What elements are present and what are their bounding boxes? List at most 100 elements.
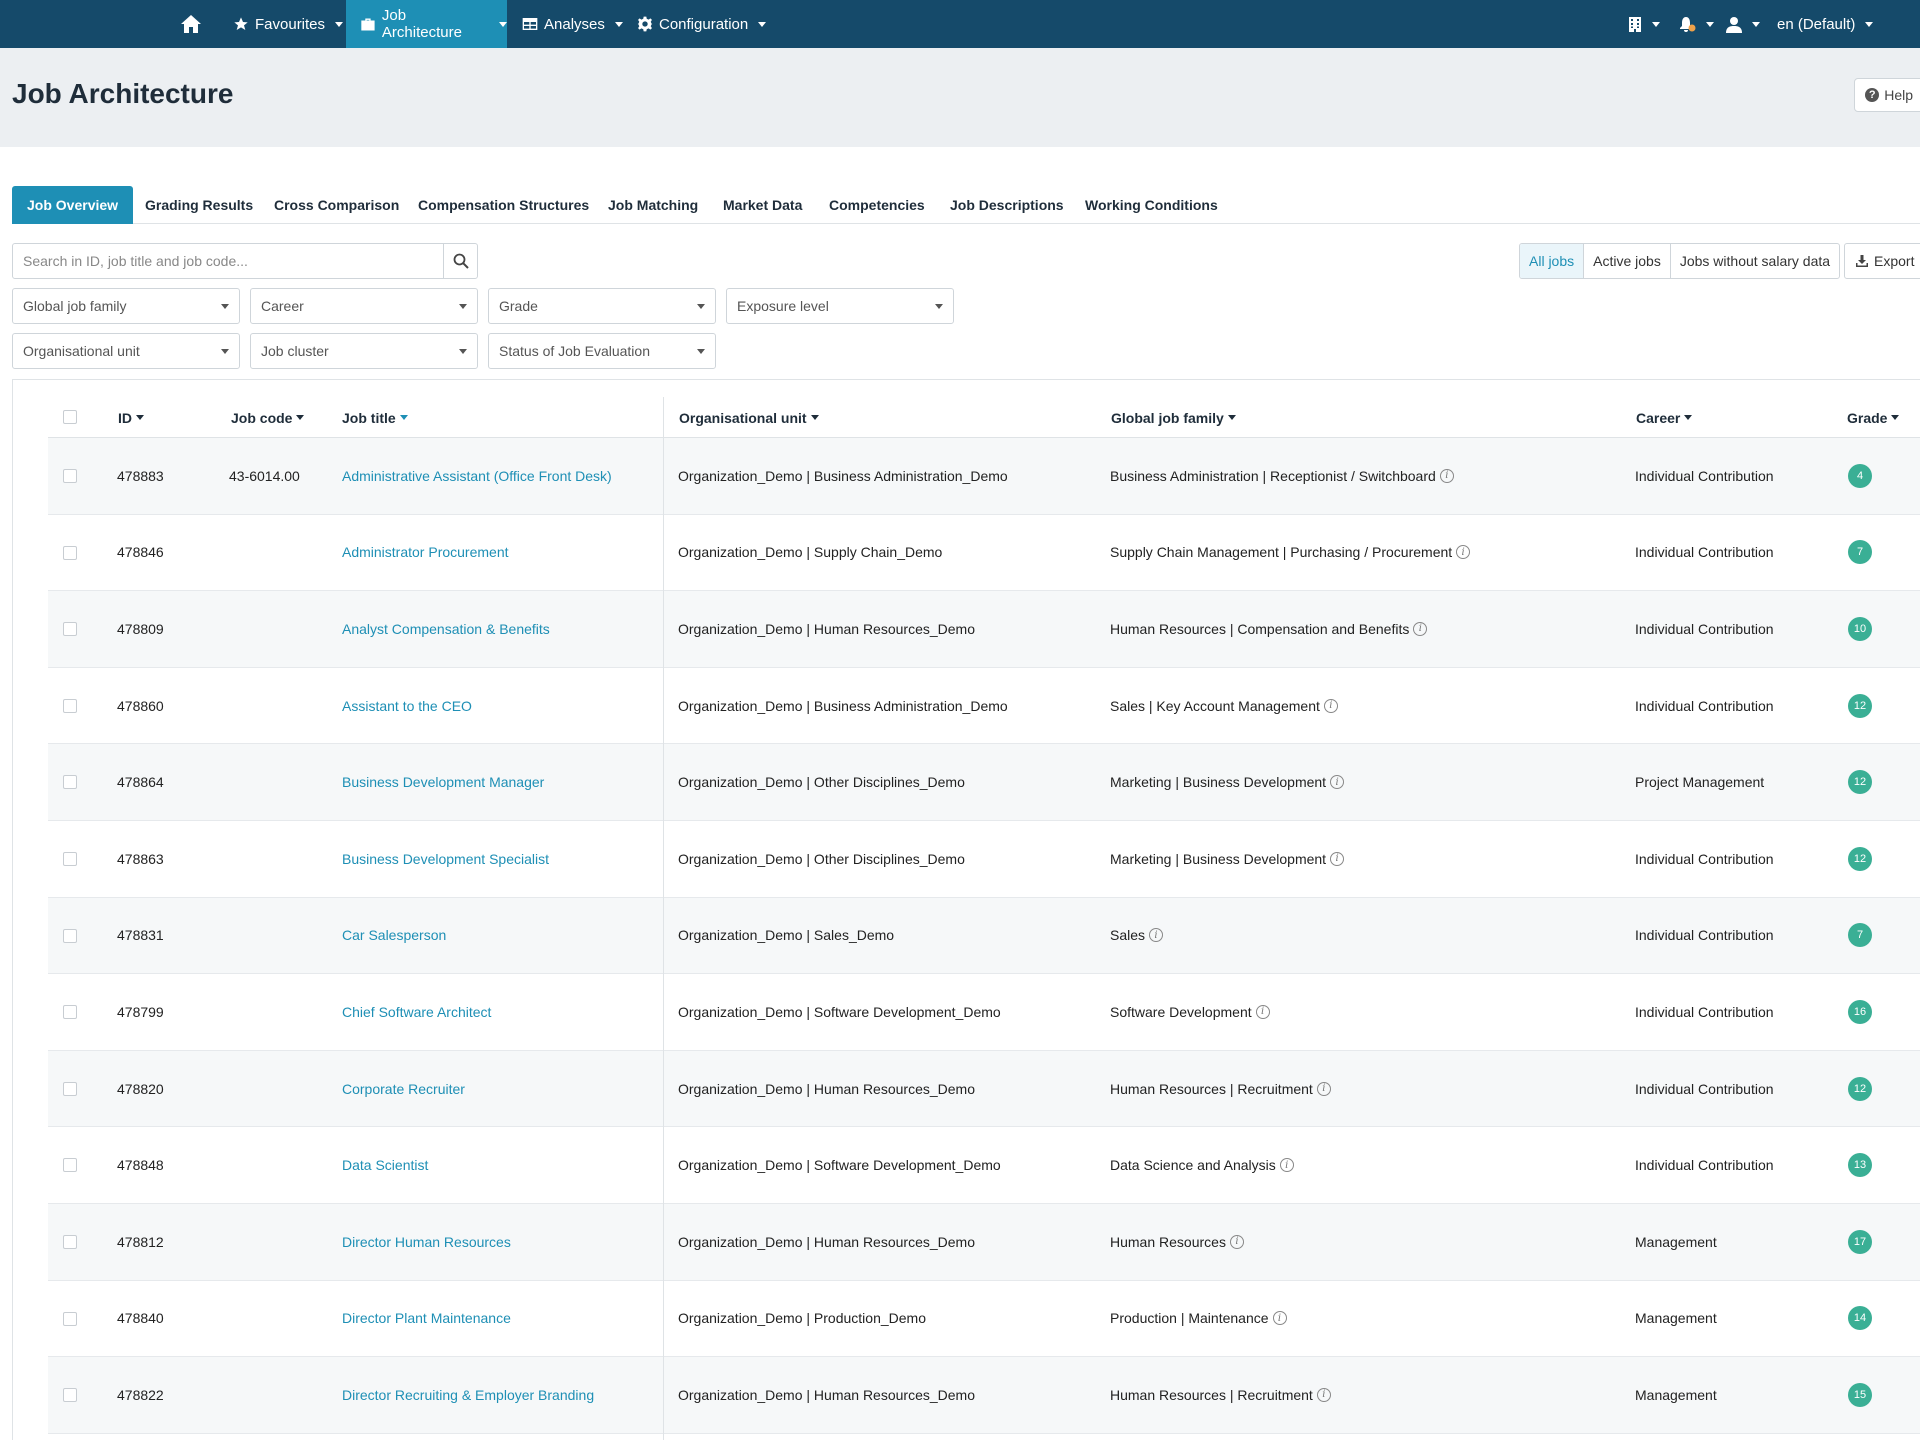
tab-compensation-structures[interactable]: Compensation Structures bbox=[418, 186, 589, 224]
language-menu[interactable]: en (Default) bbox=[1777, 0, 1874, 48]
job-evaluation-status-select[interactable]: Status of Job Evaluation bbox=[488, 333, 716, 369]
table-row[interactable]: 478822 Director Recruiting & Employer Bra… bbox=[48, 1357, 1920, 1434]
export-button[interactable]: Export bbox=[1844, 243, 1920, 279]
info-icon[interactable]: i bbox=[1330, 851, 1345, 866]
job-title-link[interactable]: Assistant to the CEO bbox=[342, 668, 472, 744]
search-input[interactable] bbox=[13, 244, 444, 278]
nav-analyses[interactable]: Analyses bbox=[522, 0, 623, 48]
jobs-without-salary-button[interactable]: Jobs without salary data bbox=[1669, 244, 1839, 278]
tab-job-descriptions[interactable]: Job Descriptions bbox=[950, 186, 1064, 224]
table-row[interactable]: 478809 Analyst Compensation & Benefits Org… bbox=[48, 591, 1920, 668]
info-icon[interactable]: i bbox=[1149, 928, 1164, 943]
row-checkbox[interactable] bbox=[63, 698, 77, 713]
info-icon[interactable]: i bbox=[1229, 1234, 1244, 1249]
table-row[interactable]: 478799 Chief Software Architect Organizati… bbox=[48, 974, 1920, 1051]
search-box bbox=[12, 243, 478, 279]
row-checkbox[interactable] bbox=[63, 1235, 77, 1249]
row-checkbox[interactable] bbox=[63, 1158, 77, 1173]
info-icon[interactable]: i bbox=[1316, 1081, 1331, 1096]
tab-cross-comparison[interactable]: Cross Comparison bbox=[274, 186, 399, 224]
table-row[interactable]: 478848 Data Scientist Organization_Demo | … bbox=[48, 1127, 1920, 1204]
home-button[interactable] bbox=[180, 0, 208, 48]
column-job-title[interactable]: Job title bbox=[342, 397, 408, 438]
help-button[interactable]: ? Help bbox=[1854, 78, 1920, 112]
notifications-menu[interactable] bbox=[1678, 0, 1714, 48]
search-button[interactable] bbox=[443, 244, 477, 278]
tab-job-matching[interactable]: Job Matching bbox=[608, 186, 698, 224]
cell-career: Individual Contribution bbox=[1635, 1157, 1774, 1174]
select-all-checkbox[interactable] bbox=[63, 410, 77, 424]
organisational-unit-select[interactable]: Organisational unit bbox=[12, 333, 240, 369]
job-title-link[interactable]: Director Plant Maintenance bbox=[342, 1281, 511, 1357]
job-title-link[interactable]: Corporate Recruiter bbox=[342, 1051, 465, 1127]
column-grade[interactable]: Grade bbox=[1847, 397, 1900, 438]
job-title-link[interactable]: Data Scientist bbox=[342, 1127, 428, 1203]
info-icon[interactable]: i bbox=[1272, 1311, 1287, 1326]
column-job-code[interactable]: Job code bbox=[231, 397, 305, 438]
info-icon[interactable]: i bbox=[1279, 1158, 1294, 1173]
row-checkbox[interactable] bbox=[63, 1081, 77, 1096]
row-checkbox[interactable] bbox=[63, 469, 77, 483]
column-global-job-family[interactable]: Global job family bbox=[1111, 397, 1236, 438]
career-value: Career bbox=[261, 298, 304, 314]
grade-select[interactable]: Grade bbox=[488, 288, 716, 324]
table-row[interactable]: 478864 Business Development Manager Organi… bbox=[48, 744, 1920, 821]
table-row[interactable]: 478860 Assistant to the CEO Organization_D… bbox=[48, 668, 1920, 745]
column-id[interactable]: ID bbox=[118, 397, 144, 438]
job-title-link[interactable]: Administrative Assistant (Office Front D… bbox=[342, 438, 612, 514]
row-checkbox[interactable] bbox=[63, 1388, 77, 1403]
table-row[interactable]: 478840 Director Plant Maintenance Organiza… bbox=[48, 1281, 1920, 1358]
table-row[interactable]: 478831 Car Salesperson Organization_Demo |… bbox=[48, 897, 1920, 975]
tab-competencies[interactable]: Competencies bbox=[829, 186, 925, 224]
info-icon[interactable]: i bbox=[1413, 621, 1428, 636]
career-select[interactable]: Career bbox=[250, 288, 478, 324]
job-title-link[interactable]: Chief Software Architect bbox=[342, 974, 491, 1050]
gear-icon bbox=[637, 16, 653, 32]
job-title-link[interactable]: Business Development Specialist bbox=[342, 821, 549, 897]
row-checkbox[interactable] bbox=[63, 852, 77, 866]
info-icon[interactable]: i bbox=[1323, 698, 1338, 713]
grade-badge: 13 bbox=[1848, 1153, 1872, 1178]
row-checkbox[interactable] bbox=[63, 1311, 77, 1326]
row-checkbox[interactable] bbox=[63, 775, 77, 790]
table-row[interactable]: 478863 Business Development Specialist Org… bbox=[48, 821, 1920, 898]
job-title-link[interactable]: Business Development Manager bbox=[342, 744, 544, 820]
grade-badge: 17 bbox=[1848, 1229, 1872, 1254]
cell-career: Individual Contribution bbox=[1635, 620, 1774, 637]
job-title-link[interactable]: Administrator Procurement bbox=[342, 515, 509, 591]
job-title-link[interactable]: Car Salesperson bbox=[342, 898, 446, 974]
table-row[interactable]: 478846 Administrator Procurement Organizat… bbox=[48, 515, 1920, 592]
table-row[interactable]: 478820 Corporate Recruiter Organization_De… bbox=[48, 1050, 1920, 1128]
job-title-link[interactable]: Director Human Resources bbox=[342, 1204, 511, 1280]
job-title-link[interactable]: Director Recruiting & Employer Branding bbox=[342, 1357, 594, 1433]
job-family-text: Human Resources | Recruitment bbox=[1110, 1386, 1313, 1403]
active-jobs-button[interactable]: Active jobs bbox=[1583, 244, 1670, 278]
info-icon[interactable]: i bbox=[1456, 545, 1471, 560]
row-checkbox[interactable] bbox=[63, 928, 77, 943]
job-title-link[interactable]: Analyst Compensation & Benefits bbox=[342, 591, 550, 667]
tab-job-overview[interactable]: Job Overview bbox=[12, 186, 134, 224]
job-cluster-select[interactable]: Job cluster bbox=[250, 333, 478, 369]
info-icon[interactable]: i bbox=[1439, 468, 1454, 483]
nav-configuration[interactable]: Configuration bbox=[637, 0, 767, 48]
tab-market-data[interactable]: Market Data bbox=[723, 186, 802, 224]
info-icon[interactable]: i bbox=[1330, 775, 1345, 790]
global-job-family-select[interactable]: Global job family bbox=[12, 288, 240, 324]
info-icon[interactable]: i bbox=[1255, 1004, 1270, 1019]
all-jobs-button[interactable]: All jobs bbox=[1520, 244, 1584, 278]
nav-favourites[interactable]: Favourites bbox=[233, 0, 344, 48]
user-menu[interactable] bbox=[1726, 0, 1760, 48]
row-checkbox[interactable] bbox=[63, 622, 77, 637]
row-checkbox[interactable] bbox=[63, 1005, 77, 1020]
nav-job-architecture[interactable]: Job Architecture bbox=[346, 0, 507, 48]
organization-menu[interactable] bbox=[1628, 0, 1660, 48]
info-icon[interactable]: i bbox=[1316, 1387, 1331, 1402]
column-career[interactable]: Career bbox=[1636, 397, 1693, 438]
row-checkbox[interactable] bbox=[63, 545, 77, 560]
tab-working-conditions[interactable]: Working Conditions bbox=[1085, 186, 1218, 224]
table-row[interactable]: 478883 43-6014.00 Administrative Assistant… bbox=[48, 438, 1920, 515]
tab-grading-results[interactable]: Grading Results bbox=[145, 186, 253, 224]
table-row[interactable]: 478812 Director Human Resources Organizati… bbox=[48, 1204, 1920, 1281]
column-organisational-unit[interactable]: Organisational unit bbox=[679, 397, 819, 438]
exposure-level-select[interactable]: Exposure level bbox=[726, 288, 954, 324]
